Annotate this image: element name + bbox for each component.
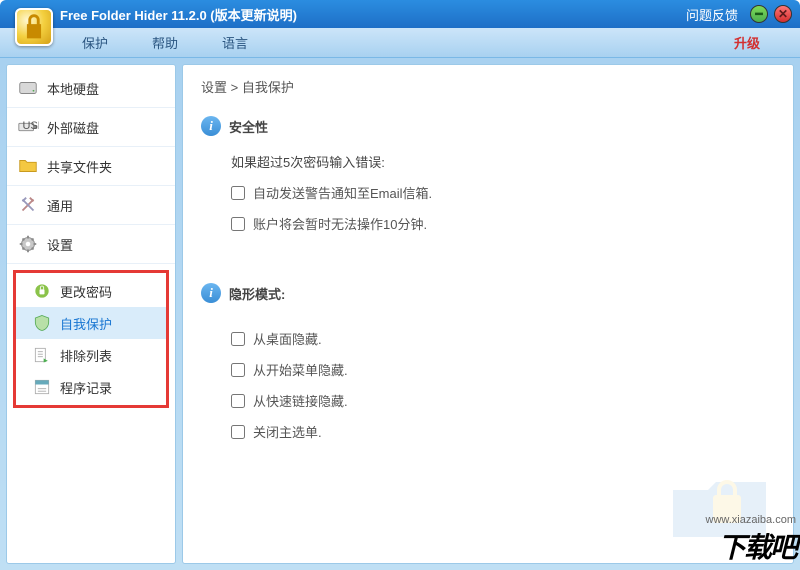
gear-icon bbox=[17, 233, 39, 255]
section-title: 安全性 bbox=[229, 117, 268, 136]
sidebar-item-label: 外部磁盘 bbox=[47, 118, 99, 137]
checkbox-input[interactable] bbox=[231, 363, 245, 377]
feedback-link[interactable]: 问题反馈 bbox=[686, 5, 738, 24]
checkbox-input[interactable] bbox=[231, 217, 245, 231]
sub-item-label: 程序记录 bbox=[60, 378, 112, 397]
checkbox-label: 从开始菜单隐藏. bbox=[253, 360, 348, 379]
sidebar: 本地硬盘 USB 外部磁盘 共享文件夹 通用 设置 bbox=[6, 64, 176, 564]
watermark-url: www.xiazaiba.com bbox=[706, 514, 796, 526]
window-title: Free Folder Hider 11.2.0 (版本更新说明) bbox=[60, 5, 297, 24]
checkbox-lock-account[interactable]: 账户将会暂时无法操作10分钟. bbox=[231, 214, 775, 233]
sidebar-item-label: 通用 bbox=[47, 196, 73, 215]
tools-icon bbox=[17, 194, 39, 216]
checkbox-input[interactable] bbox=[231, 394, 245, 408]
close-button[interactable]: ✕ bbox=[774, 5, 792, 23]
checkbox-label: 关闭主选单. bbox=[253, 422, 322, 441]
titlebar: Free Folder Hider 11.2.0 (版本更新说明) 问题反馈 ━… bbox=[0, 0, 800, 28]
content-panel: 设置 > 自我保护 i 安全性 如果超过5次密码输入错误: 自动发送警告通知至E… bbox=[182, 64, 794, 564]
sidebar-item-label: 本地硬盘 bbox=[47, 79, 99, 98]
sub-item-program-log[interactable]: 程序记录 bbox=[16, 371, 166, 403]
usb-disk-icon: USB bbox=[17, 116, 39, 138]
info-icon: i bbox=[201, 116, 221, 136]
sidebar-item-local-disk[interactable]: 本地硬盘 bbox=[7, 69, 175, 108]
menu-protect[interactable]: 保护 bbox=[62, 29, 128, 56]
sidebar-item-label: 共享文件夹 bbox=[47, 157, 112, 176]
checkbox-label: 自动发送警告通知至Email信箱. bbox=[253, 183, 432, 202]
checkbox-close-mainmenu[interactable]: 关闭主选单. bbox=[231, 422, 775, 441]
minimize-button[interactable]: ━ bbox=[750, 5, 768, 23]
info-icon: i bbox=[201, 283, 221, 303]
sub-item-change-password[interactable]: 更改密码 bbox=[16, 275, 166, 307]
settings-subsection-highlight: 更改密码 自我保护 排除列表 程序记录 bbox=[13, 270, 169, 408]
sub-item-label: 更改密码 bbox=[60, 282, 112, 301]
sub-item-label: 排除列表 bbox=[60, 346, 112, 365]
checkbox-input[interactable] bbox=[231, 425, 245, 439]
checkbox-email-warn[interactable]: 自动发送警告通知至Email信箱. bbox=[231, 183, 775, 202]
security-section-header: i 安全性 bbox=[201, 116, 775, 136]
security-desc: 如果超过5次密码输入错误: bbox=[231, 152, 775, 171]
sub-item-exclude-list[interactable]: 排除列表 bbox=[16, 339, 166, 371]
menu-help[interactable]: 帮助 bbox=[132, 29, 198, 56]
app-lock-icon bbox=[15, 8, 53, 46]
watermark-logo: 下载吧 bbox=[706, 526, 796, 566]
breadcrumb: 设置 > 自我保护 bbox=[201, 77, 775, 96]
watermark: www.xiazaiba.com 下载吧 bbox=[706, 514, 796, 566]
svg-text:USB: USB bbox=[23, 120, 40, 132]
checkbox-label: 从快速链接隐藏. bbox=[253, 391, 348, 410]
hard-disk-icon bbox=[17, 77, 39, 99]
sidebar-item-label: 设置 bbox=[47, 235, 73, 254]
checkbox-hide-quicklink[interactable]: 从快速链接隐藏. bbox=[231, 391, 775, 410]
list-arrow-icon bbox=[32, 345, 52, 365]
log-icon bbox=[32, 377, 52, 397]
menu-language[interactable]: 语言 bbox=[202, 29, 268, 56]
lock-key-icon bbox=[32, 281, 52, 301]
checkbox-input[interactable] bbox=[231, 332, 245, 346]
sidebar-item-external-disk[interactable]: USB 外部磁盘 bbox=[7, 108, 175, 147]
checkbox-label: 从桌面隐藏. bbox=[253, 329, 322, 348]
shield-icon bbox=[32, 313, 52, 333]
menubar: 保护 帮助 语言 升级 bbox=[0, 28, 800, 58]
checkbox-hide-startmenu[interactable]: 从开始菜单隐藏. bbox=[231, 360, 775, 379]
upgrade-link[interactable]: 升级 bbox=[734, 33, 760, 52]
main-area: 本地硬盘 USB 外部磁盘 共享文件夹 通用 设置 bbox=[0, 58, 800, 570]
checkbox-label: 账户将会暂时无法操作10分钟. bbox=[253, 214, 427, 233]
section-title: 隐形模式: bbox=[229, 284, 285, 303]
sidebar-item-general[interactable]: 通用 bbox=[7, 186, 175, 225]
stealth-section-header: i 隐形模式: bbox=[201, 283, 775, 303]
sub-item-label: 自我保护 bbox=[60, 314, 112, 333]
sidebar-item-shared-folder[interactable]: 共享文件夹 bbox=[7, 147, 175, 186]
sidebar-item-settings[interactable]: 设置 bbox=[7, 225, 175, 264]
folder-share-icon bbox=[17, 155, 39, 177]
sub-item-self-protect[interactable]: 自我保护 bbox=[16, 307, 166, 339]
checkbox-hide-desktop[interactable]: 从桌面隐藏. bbox=[231, 329, 775, 348]
checkbox-input[interactable] bbox=[231, 186, 245, 200]
